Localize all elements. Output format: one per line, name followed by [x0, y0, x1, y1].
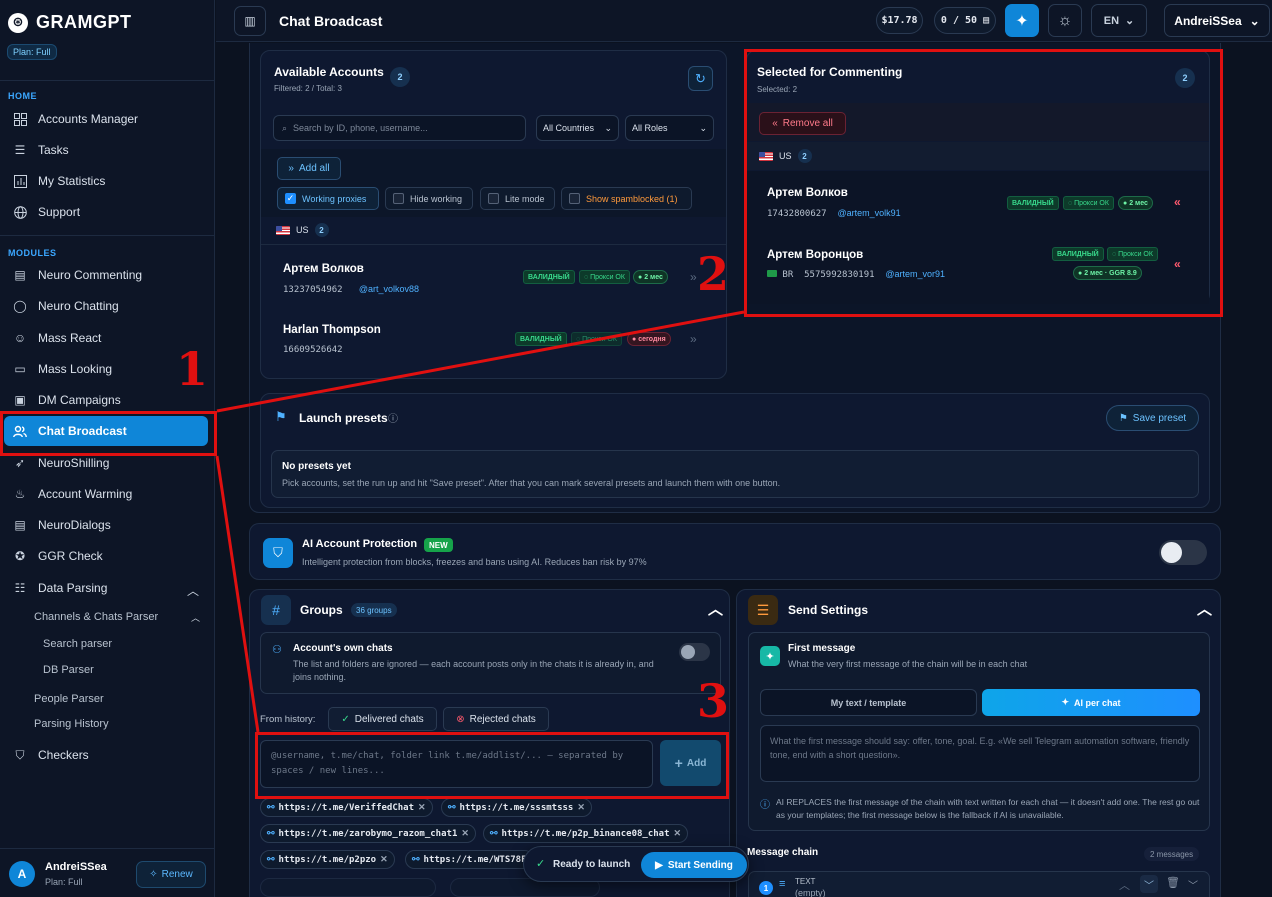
annotation-line-1-2	[216, 310, 745, 413]
annotation-line-1-3	[215, 455, 260, 733]
annotation-connectors	[215, 310, 745, 733]
